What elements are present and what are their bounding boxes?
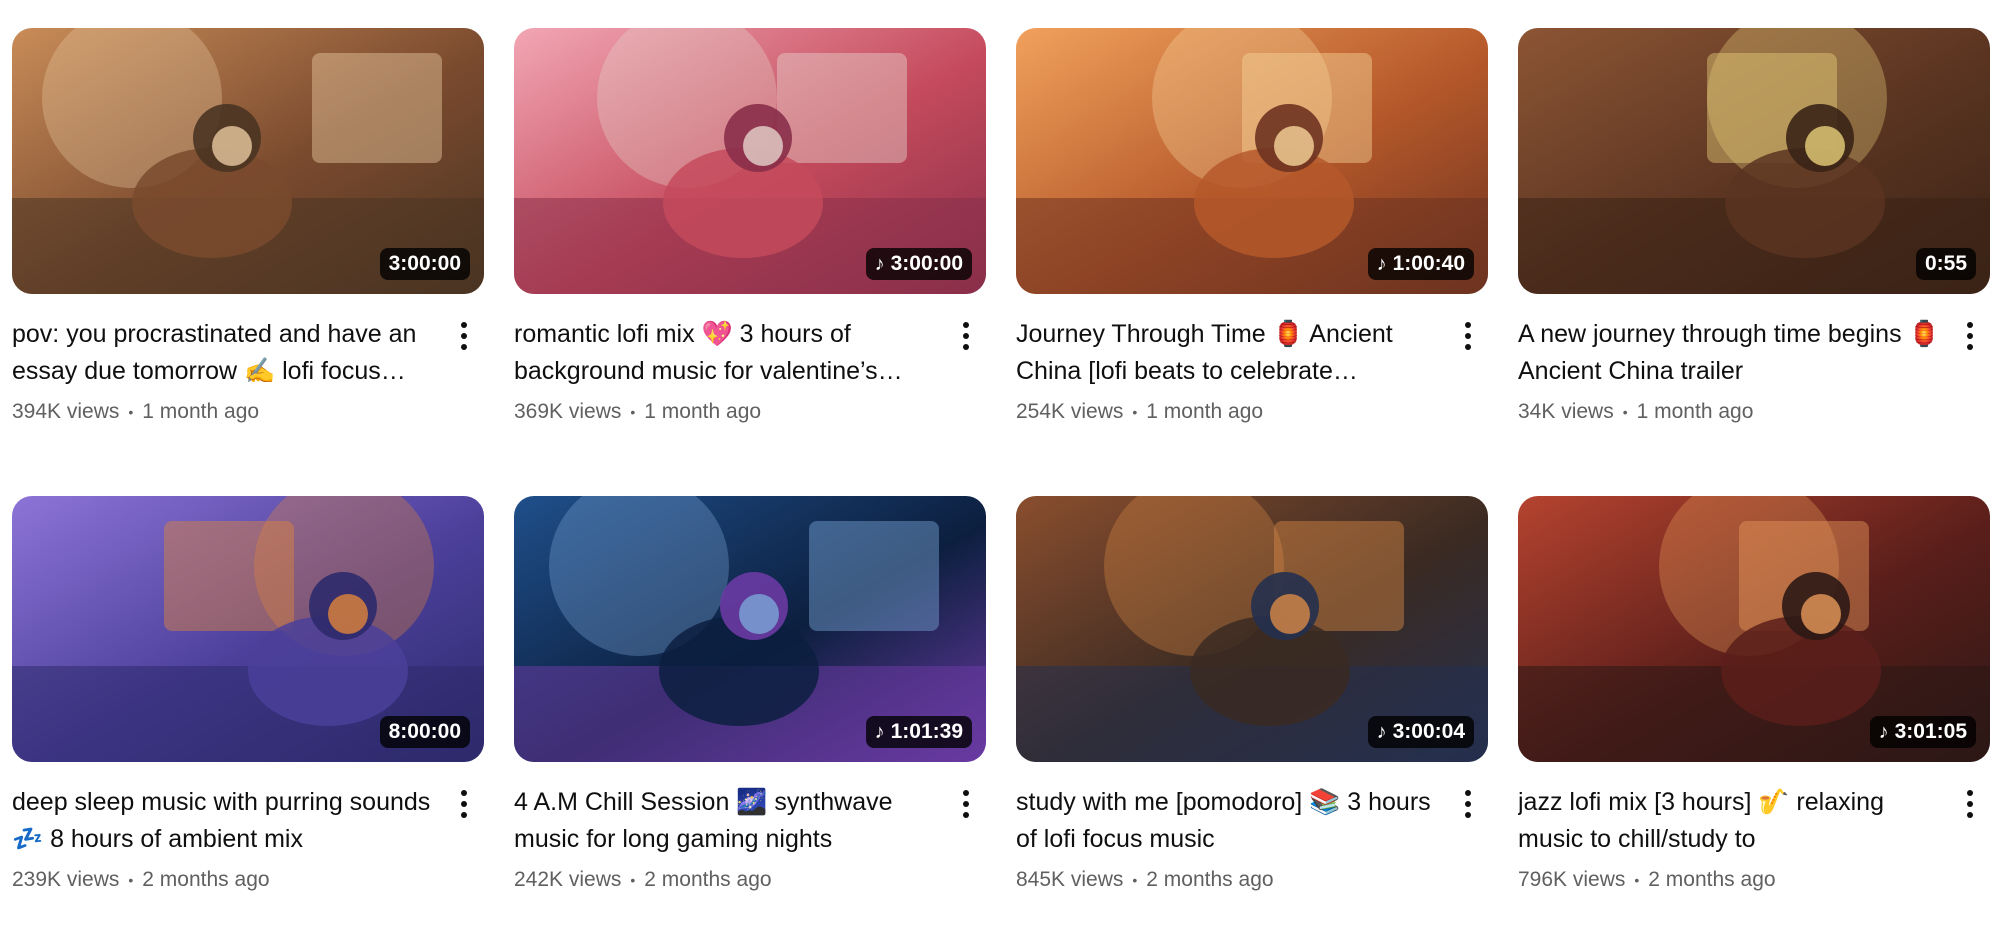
video-meta: A new journey through time begins 🏮 Anci… [1518,316,1990,424]
duration-text: 8:00:00 [388,720,461,743]
duration-text: 3:00:00 [890,252,963,275]
view-count: 394K views [12,400,120,423]
video-stats: 796K views • 2 months ago [1518,868,1942,892]
view-count: 845K views [1016,868,1124,891]
view-count: 34K views [1518,400,1614,423]
upload-age: 1 month ago [1636,400,1754,423]
separator-dot: • [128,872,134,888]
view-count: 369K views [514,400,622,423]
duration-text: 1:01:39 [890,720,963,743]
video-title[interactable]: deep sleep music with purring sounds 💤 8… [12,784,436,858]
more-options-icon[interactable] [948,786,984,822]
video-thumbnail[interactable]: 8:00:00 [12,496,484,762]
upload-age: 1 month ago [644,400,762,423]
music-note-icon: ♪ [1376,721,1387,743]
upload-age: 2 months ago [644,868,772,891]
more-options-icon[interactable] [446,318,482,354]
more-options-icon[interactable] [446,786,482,822]
video-meta: romantic lofi mix 💖 3 hours of backgroun… [514,316,986,424]
music-note-icon: ♪ [874,253,885,275]
duration-badge: ♪ 3:01:05 [1869,716,1976,748]
upload-age: 1 month ago [142,400,260,423]
video-card[interactable]: ♪ 3:00:00 romantic lofi mix 💖 3 hours of… [514,28,986,460]
duration-badge: ♪ 1:01:39 [865,716,972,748]
separator-dot: • [128,404,134,420]
duration-badge: 0:55 [1915,248,1976,280]
view-count: 239K views [12,868,120,891]
video-thumbnail[interactable]: ♪ 1:00:40 [1016,28,1488,294]
video-thumbnail[interactable]: 0:55 [1518,28,1990,294]
video-title[interactable]: A new journey through time begins 🏮 Anci… [1518,316,1942,390]
video-meta: 4 A.M Chill Session 🌌 synthwave music fo… [514,784,986,892]
video-card[interactable]: ♪ 1:00:40 Journey Through Time 🏮 Ancient… [1016,28,1488,460]
video-card[interactable]: 8:00:00 deep sleep music with purring so… [12,496,484,928]
video-meta: Journey Through Time 🏮 Ancient China [lo… [1016,316,1488,424]
view-count: 254K views [1016,400,1124,423]
video-stats: 239K views • 2 months ago [12,868,436,892]
video-card[interactable]: 0:55 A new journey through time begins 🏮… [1518,28,1990,460]
video-grid: 3:00:00 pov: you procrastinated and have… [12,28,1990,928]
video-stats: 369K views • 1 month ago [514,400,938,424]
video-meta: jazz lofi mix [3 hours] 🎷 relaxing music… [1518,784,1990,892]
video-stats: 845K views • 2 months ago [1016,868,1440,892]
more-options-icon[interactable] [1952,318,1988,354]
view-count: 796K views [1518,868,1626,891]
video-thumbnail[interactable]: ♪ 3:00:04 [1016,496,1488,762]
upload-age: 2 months ago [1146,868,1274,891]
video-meta: deep sleep music with purring sounds 💤 8… [12,784,484,892]
music-note-icon: ♪ [874,721,885,743]
duration-badge: 8:00:00 [379,716,470,748]
duration-text: 3:00:04 [1392,720,1465,743]
separator-dot: • [1622,404,1628,420]
separator-dot: • [1132,872,1138,888]
video-stats: 242K views • 2 months ago [514,868,938,892]
duration-text: 0:55 [1924,252,1967,275]
video-title[interactable]: romantic lofi mix 💖 3 hours of backgroun… [514,316,938,390]
video-thumbnail[interactable]: 3:00:00 [12,28,484,294]
video-thumbnail[interactable]: ♪ 3:00:00 [514,28,986,294]
video-meta: pov: you procrastinated and have an essa… [12,316,484,424]
video-stats: 394K views • 1 month ago [12,400,436,424]
duration-text: 1:00:40 [1392,252,1465,275]
video-title[interactable]: jazz lofi mix [3 hours] 🎷 relaxing music… [1518,784,1942,858]
more-options-icon[interactable] [1450,318,1486,354]
video-title[interactable]: study with me [pomodoro] 📚 3 hours of lo… [1016,784,1440,858]
video-card[interactable]: 3:00:00 pov: you procrastinated and have… [12,28,484,460]
upload-age: 2 months ago [142,868,270,891]
duration-badge: 3:00:00 [379,248,470,280]
upload-age: 1 month ago [1146,400,1264,423]
video-title[interactable]: pov: you procrastinated and have an essa… [12,316,436,390]
duration-text: 3:00:00 [388,252,461,275]
duration-badge: ♪ 3:00:00 [865,248,972,280]
duration-text: 3:01:05 [1894,720,1967,743]
video-stats: 34K views • 1 month ago [1518,400,1942,424]
music-note-icon: ♪ [1376,253,1387,275]
more-options-icon[interactable] [1952,786,1988,822]
video-card[interactable]: ♪ 3:00:04 study with me [pomodoro] 📚 3 h… [1016,496,1488,928]
upload-age: 2 months ago [1648,868,1776,891]
more-options-icon[interactable] [1450,786,1486,822]
duration-badge: ♪ 3:00:04 [1367,716,1474,748]
separator-dot: • [630,404,636,420]
video-title[interactable]: Journey Through Time 🏮 Ancient China [lo… [1016,316,1440,390]
video-thumbnail[interactable]: ♪ 3:01:05 [1518,496,1990,762]
video-thumbnail[interactable]: ♪ 1:01:39 [514,496,986,762]
more-options-icon[interactable] [948,318,984,354]
separator-dot: • [1132,404,1138,420]
video-title[interactable]: 4 A.M Chill Session 🌌 synthwave music fo… [514,784,938,858]
view-count: 242K views [514,868,622,891]
video-meta: study with me [pomodoro] 📚 3 hours of lo… [1016,784,1488,892]
video-stats: 254K views • 1 month ago [1016,400,1440,424]
duration-badge: ♪ 1:00:40 [1367,248,1474,280]
separator-dot: • [630,872,636,888]
video-card[interactable]: ♪ 3:01:05 jazz lofi mix [3 hours] 🎷 rela… [1518,496,1990,928]
music-note-icon: ♪ [1878,721,1889,743]
video-card[interactable]: ♪ 1:01:39 4 A.M Chill Session 🌌 synthwav… [514,496,986,928]
separator-dot: • [1634,872,1640,888]
